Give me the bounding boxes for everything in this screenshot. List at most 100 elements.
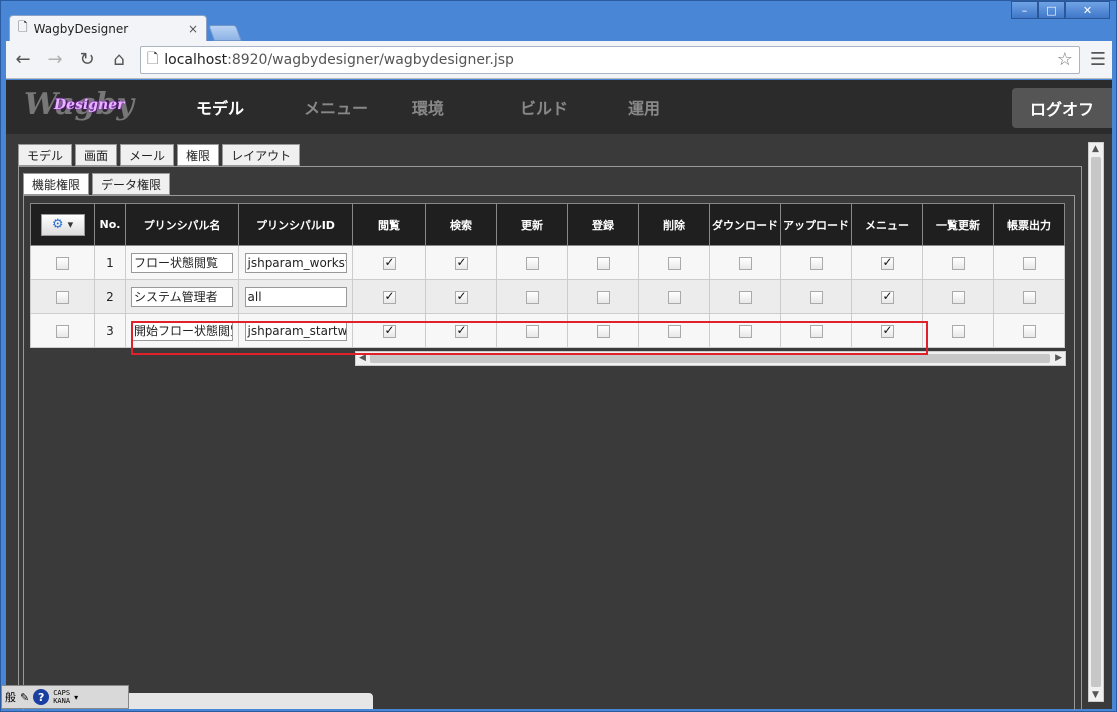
permission-checkbox-download[interactable] <box>738 256 752 270</box>
permission-checkbox-download[interactable] <box>738 290 752 304</box>
permission-cell-search <box>425 245 497 280</box>
forward-arrow-icon[interactable]: → <box>44 49 66 71</box>
permission-checkbox-menu[interactable] <box>880 255 894 270</box>
permission-checkbox-report-output[interactable] <box>1022 324 1036 338</box>
permission-checkbox-upload[interactable] <box>809 324 823 338</box>
permission-checkbox-delete[interactable] <box>667 290 681 304</box>
scroll-right-icon[interactable]: ▶ <box>1055 353 1062 363</box>
permission-checkbox-search[interactable] <box>454 289 468 304</box>
principal-name-cell: 開始フロー状態閲覧 <box>125 313 239 348</box>
principal-name-input[interactable]: 開始フロー状態閲覧 <box>131 320 233 341</box>
tab-model[interactable]: モデル <box>18 144 73 166</box>
tab-function-permission[interactable]: 機能権限 <box>23 173 90 195</box>
star-icon[interactable]: ☆ <box>1057 49 1073 70</box>
principal-name-input[interactable]: フロー状態閲覧 <box>131 252 233 273</box>
nav-menu[interactable]: メニュー <box>284 95 392 119</box>
permission-cell-view <box>352 279 426 314</box>
permission-cell-report-output <box>993 279 1065 314</box>
scroll-up-icon[interactable]: ▲ <box>1092 144 1099 154</box>
row-select-checkbox[interactable] <box>56 256 69 270</box>
permission-checkbox-view[interactable] <box>382 255 396 270</box>
browser-tab[interactable]: 🗋 WagbyDesigner × <box>9 15 207 41</box>
permission-checkbox-list-update[interactable] <box>951 290 965 304</box>
help-icon[interactable]: ? <box>33 689 50 705</box>
permission-checkbox-delete[interactable] <box>667 324 681 338</box>
new-tab-button[interactable] <box>208 25 242 41</box>
scroll-down-icon[interactable]: ▼ <box>1092 690 1099 700</box>
principal-name-cell: フロー状態閲覧 <box>125 245 239 280</box>
permission-checkbox-report-output[interactable] <box>1022 290 1036 304</box>
permission-cell-update <box>496 313 568 348</box>
reload-icon[interactable]: ↻ <box>76 49 98 71</box>
nav-build[interactable]: ビルド <box>500 95 608 119</box>
header-principal-id: プリンシパルID <box>238 203 353 246</box>
permission-checkbox-menu[interactable] <box>880 323 894 338</box>
scroll-left-icon[interactable]: ◀ <box>359 353 366 363</box>
permission-checkbox-update[interactable] <box>525 324 539 338</box>
tab-permission[interactable]: 権限 <box>177 144 220 166</box>
permission-checkbox-upload[interactable] <box>809 290 823 304</box>
tab-data-permission[interactable]: データ権限 <box>92 173 171 195</box>
principal-id-input[interactable]: jshparam_workst <box>244 252 347 273</box>
hamburger-menu-icon[interactable]: ☰ <box>1090 49 1106 70</box>
header-search: 検索 <box>425 203 497 246</box>
permission-checkbox-view[interactable] <box>382 289 396 304</box>
permission-checkbox-list-update[interactable] <box>951 256 965 270</box>
principal-id-input[interactable]: jshparam_startw <box>244 320 347 341</box>
horizontal-scrollbar[interactable]: ◀ ▶ <box>355 351 1066 366</box>
logoff-button[interactable]: ログオフ <box>1012 88 1112 128</box>
column-settings-button[interactable]: ⚙ ▾ <box>40 213 85 236</box>
tab-layout[interactable]: レイアウト <box>222 144 301 166</box>
horizontal-scroll-thumb[interactable] <box>370 354 1050 363</box>
permission-checkbox-list-update[interactable] <box>951 324 965 338</box>
minimize-button[interactable]: – <box>1011 1 1038 19</box>
row-select-checkbox[interactable] <box>56 324 69 338</box>
nav-environment[interactable]: 環境 <box>392 95 500 119</box>
tab-mail[interactable]: メール <box>120 144 175 166</box>
permission-checkbox-view[interactable] <box>382 323 396 338</box>
nav-operation[interactable]: 運用 <box>608 95 716 119</box>
ime-options-icon[interactable]: ▾ <box>74 693 78 702</box>
table-row: 2 システム管理者 all <box>30 279 1065 314</box>
tab-screen[interactable]: 画面 <box>75 144 118 166</box>
permission-checkbox-update[interactable] <box>525 290 539 304</box>
vertical-scrollbar[interactable]: ▲ ▼ <box>1088 142 1104 702</box>
permission-cell-register <box>567 313 639 348</box>
maximize-button[interactable]: □ <box>1038 1 1065 19</box>
permission-checkbox-report-output[interactable] <box>1022 256 1036 270</box>
permission-checkbox-delete[interactable] <box>667 256 681 270</box>
permission-checkbox-register[interactable] <box>596 324 610 338</box>
permission-checkbox-register[interactable] <box>596 256 610 270</box>
permission-cell-delete <box>638 313 710 348</box>
ime-tool-icon[interactable]: ✎ <box>20 691 29 704</box>
permission-cell-list-update <box>922 245 994 280</box>
permission-cell-list-update <box>922 313 994 348</box>
table-row: 3 開始フロー状態閲覧 jshparam_startw <box>30 313 1065 348</box>
principal-id-cell: jshparam_startw <box>238 313 353 348</box>
permission-checkbox-search[interactable] <box>454 323 468 338</box>
address-bar[interactable]: 🗋 localhost:8920/wagbydesigner/wagbydesi… <box>140 45 1080 74</box>
permission-cell-search <box>425 313 497 348</box>
permission-checkbox-menu[interactable] <box>880 289 894 304</box>
row-select-checkbox[interactable] <box>56 290 69 304</box>
principal-id-input[interactable]: all <box>244 286 347 307</box>
close-tab-icon[interactable]: × <box>188 22 198 36</box>
permission-cell-report-output <box>993 313 1065 348</box>
permission-checkbox-update[interactable] <box>525 256 539 270</box>
permission-cell-delete <box>638 279 710 314</box>
ime-mode-icon[interactable]: 般 <box>5 689 16 705</box>
permission-checkbox-search[interactable] <box>454 255 468 270</box>
permission-cell-register <box>567 279 639 314</box>
back-arrow-icon[interactable]: ← <box>12 49 34 71</box>
nav-model[interactable]: モデル <box>176 95 284 119</box>
home-icon[interactable]: ⌂ <box>108 49 130 71</box>
content-area: モデル 画面 メール 権限 レイアウト 機能権限 データ権限 ⚙ ▾ No. プ… <box>6 134 1112 710</box>
permission-checkbox-register[interactable] <box>596 290 610 304</box>
permission-checkbox-download[interactable] <box>738 324 752 338</box>
permission-checkbox-upload[interactable] <box>809 256 823 270</box>
vertical-scroll-thumb[interactable] <box>1091 157 1101 687</box>
close-window-button[interactable]: ✕ <box>1065 1 1110 19</box>
permission-cell-register <box>567 245 639 280</box>
principal-name-input[interactable]: システム管理者 <box>131 286 233 307</box>
header-register: 登録 <box>567 203 639 246</box>
